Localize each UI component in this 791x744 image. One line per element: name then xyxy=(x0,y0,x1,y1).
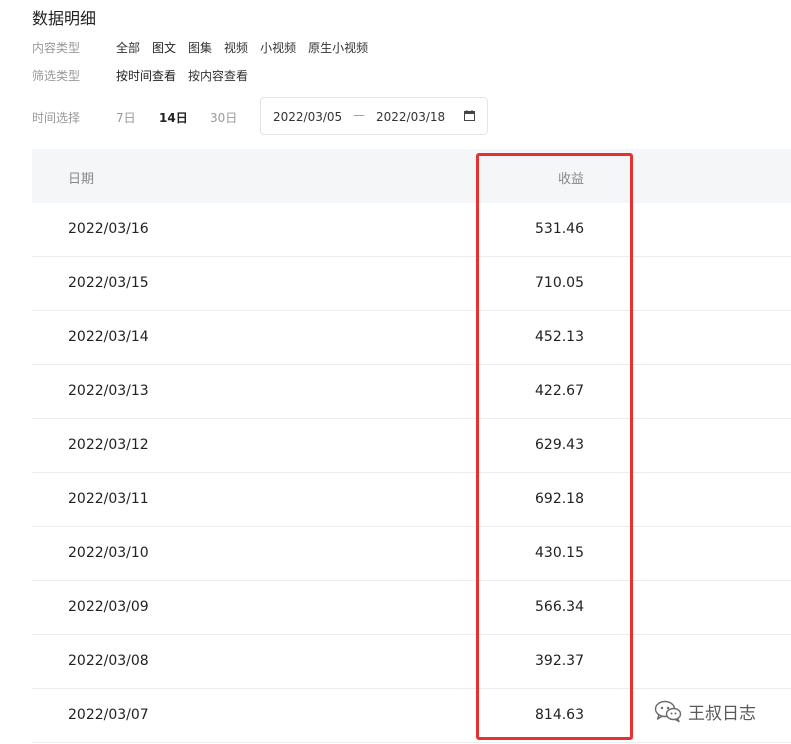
row-earnings: 452.13 xyxy=(535,329,584,345)
content-type-filter: 内容类型 全部 图文 图集 视频 小视频 原生小视频 xyxy=(32,37,380,57)
row-earnings: 422.67 xyxy=(535,383,584,399)
page-title: 数据明细 xyxy=(32,9,97,28)
calendar-icon[interactable] xyxy=(464,110,475,121)
row-date: 2022/03/11 xyxy=(68,491,149,507)
row-earnings: 430.15 xyxy=(535,545,584,561)
row-date: 2022/03/13 xyxy=(68,383,149,399)
table-row: 2022/03/11 692.18 xyxy=(32,473,791,527)
content-type-label: 内容类型 xyxy=(32,40,81,55)
table-row: 2022/03/08 392.37 xyxy=(32,635,791,689)
date-range-picker[interactable]: 2022/03/05 — 2022/03/18 xyxy=(260,97,488,135)
table-row: 2022/03/12 629.43 xyxy=(32,419,791,473)
table-row: 2022/03/09 566.34 xyxy=(32,581,791,635)
content-type-option-video[interactable]: 视频 xyxy=(224,39,248,56)
row-earnings: 531.46 xyxy=(535,221,584,237)
date-range-separator: — xyxy=(353,108,365,122)
content-type-option-gallery[interactable]: 图集 xyxy=(188,39,212,56)
row-date: 2022/03/07 xyxy=(68,707,149,723)
row-earnings: 392.37 xyxy=(535,653,584,669)
row-date: 2022/03/09 xyxy=(68,599,149,615)
row-earnings: 814.63 xyxy=(535,707,584,723)
time-option-7d[interactable]: 7日 xyxy=(116,109,136,126)
row-date: 2022/03/16 xyxy=(68,221,149,237)
table-row: 2022/03/14 452.13 xyxy=(32,311,791,365)
table-header: 日期 收益 xyxy=(32,149,791,203)
row-earnings: 692.18 xyxy=(535,491,584,507)
column-header-date: 日期 xyxy=(68,172,95,187)
row-date: 2022/03/10 xyxy=(68,545,149,561)
content-type-option-all[interactable]: 全部 xyxy=(116,39,140,56)
row-earnings: 629.43 xyxy=(535,437,584,453)
time-select-label: 时间选择 xyxy=(32,111,81,125)
filter-type-label: 筛选类型 xyxy=(32,68,81,83)
table-row: 2022/03/16 531.46 xyxy=(32,203,791,257)
earnings-table: 日期 收益 2022/03/16 531.46 2022/03/15 710.0… xyxy=(32,149,791,743)
filter-type-filter: 筛选类型 按时间查看 按内容查看 xyxy=(32,65,260,85)
watermark: 王叔日志 xyxy=(654,697,756,725)
row-earnings: 566.34 xyxy=(535,599,584,615)
row-date: 2022/03/15 xyxy=(68,275,149,291)
watermark-text: 王叔日志 xyxy=(688,703,756,724)
table-row: 2022/03/13 422.67 xyxy=(32,365,791,419)
row-earnings: 710.05 xyxy=(535,275,584,291)
row-date: 2022/03/12 xyxy=(68,437,149,453)
filter-type-option-by-time[interactable]: 按时间查看 xyxy=(116,67,176,84)
column-header-earnings: 收益 xyxy=(557,172,584,187)
row-date: 2022/03/08 xyxy=(68,653,149,669)
table-row: 2022/03/10 430.15 xyxy=(32,527,791,581)
time-option-30d[interactable]: 30日 xyxy=(210,109,237,126)
date-range-end[interactable]: 2022/03/18 xyxy=(376,110,445,124)
table-row: 2022/03/15 710.05 xyxy=(32,257,791,311)
content-type-option-article[interactable]: 图文 xyxy=(152,39,176,56)
content-type-option-short-video[interactable]: 小视频 xyxy=(260,39,296,56)
time-select: 时间选择 7日 14日 30日 2022/03/05 — 2022/03/18 xyxy=(32,97,492,137)
content-type-option-native-short-video[interactable]: 原生小视频 xyxy=(308,39,368,56)
filter-type-option-by-content[interactable]: 按内容查看 xyxy=(188,67,248,84)
time-option-14d[interactable]: 14日 xyxy=(159,109,188,126)
date-range-start[interactable]: 2022/03/05 xyxy=(273,110,342,124)
row-date: 2022/03/14 xyxy=(68,329,149,345)
wechat-icon xyxy=(654,700,682,723)
